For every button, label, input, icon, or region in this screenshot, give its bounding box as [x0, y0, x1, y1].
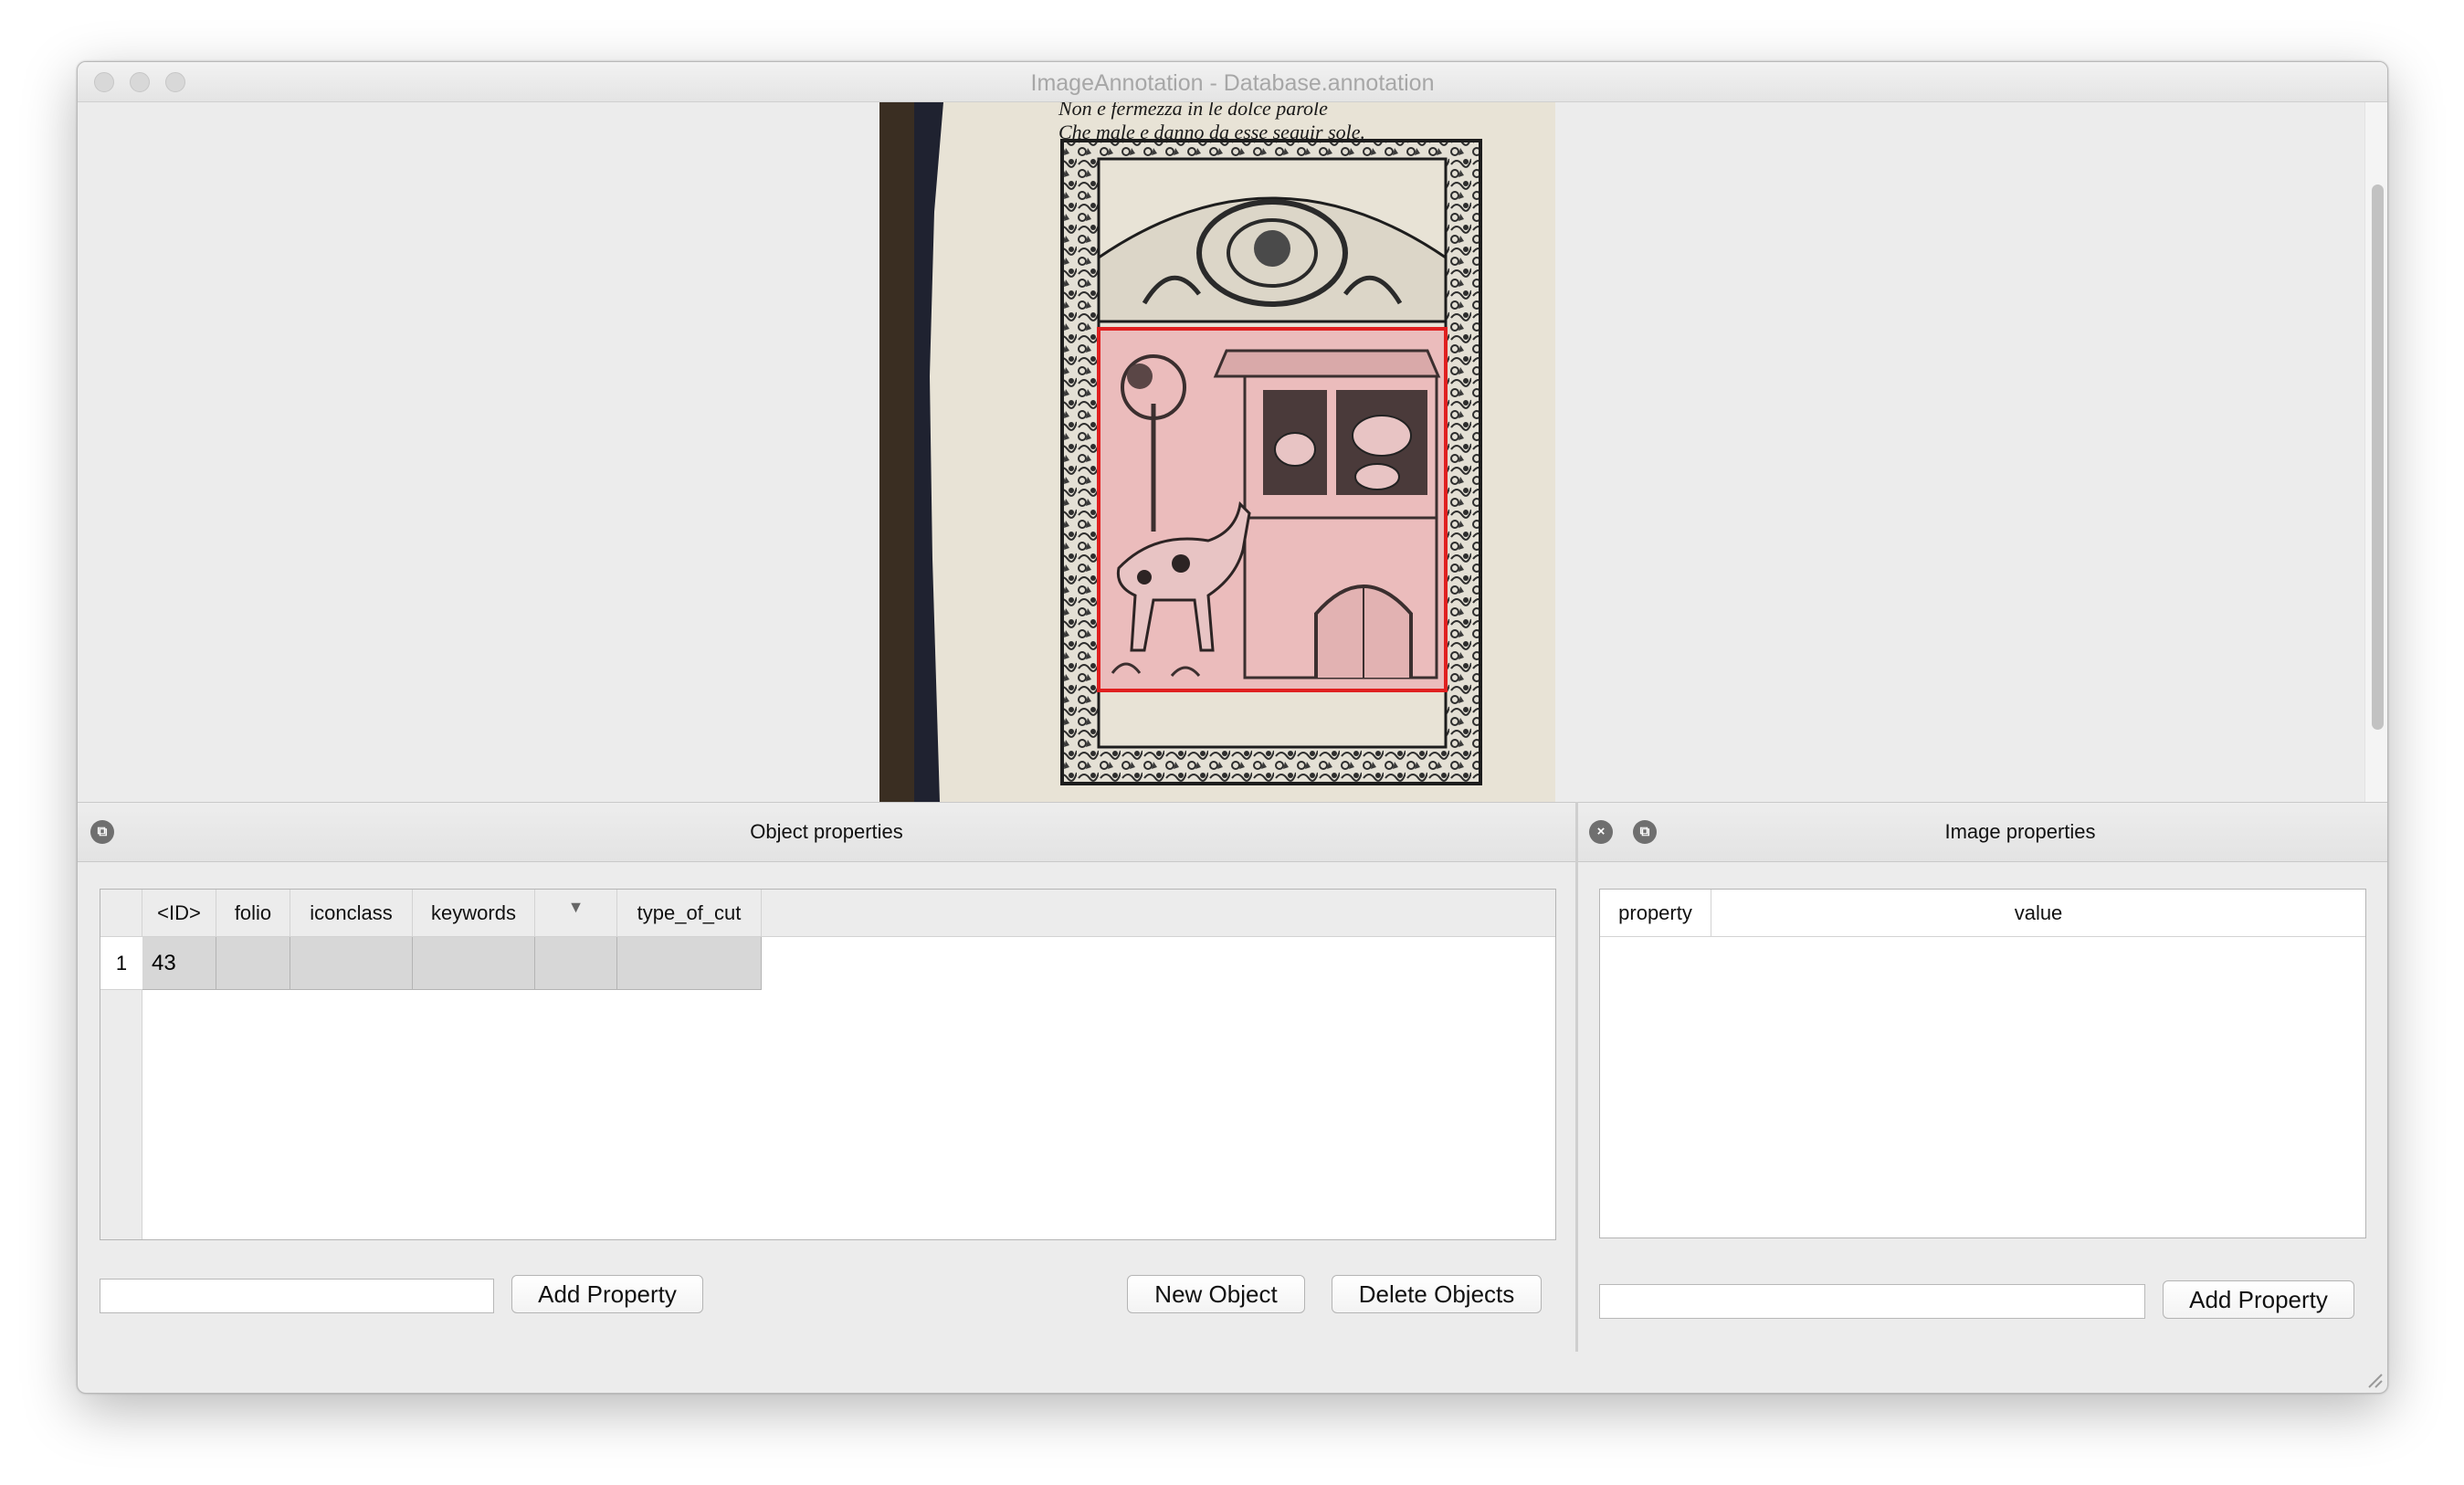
object-table[interactable]: <ID> folio iconclass keywords ▼ type_of_…: [100, 889, 1556, 1240]
window-title: ImageAnnotation - Database.annotation: [1030, 70, 1435, 96]
column-header-keywords[interactable]: keywords: [413, 890, 535, 937]
vertical-scrollbar-thumb[interactable]: [2372, 184, 2384, 730]
book-page-image: Non e fermezza in le dolce parole Che ma…: [879, 102, 1555, 802]
image-properties-header: × ⧉ Image properties: [1578, 802, 2387, 862]
object-table-header: <ID> folio iconclass keywords ▼ type_of_…: [100, 890, 1555, 937]
image-viewer[interactable]: Non e fermezza in le dolce parole Che ma…: [78, 102, 2387, 802]
table-corner[interactable]: [100, 890, 142, 937]
column-header-iconclass[interactable]: iconclass: [290, 890, 413, 937]
title-bar: ImageAnnotation - Database.annotation: [78, 62, 2387, 102]
image-property-name-input[interactable]: [1599, 1284, 2145, 1319]
object-property-name-input[interactable]: [100, 1279, 494, 1313]
image-add-property-button[interactable]: Add Property: [2163, 1280, 2354, 1319]
table-cell-id[interactable]: 43: [142, 937, 216, 990]
table-cell-keywords[interactable]: [413, 937, 535, 990]
object-properties-title: Object properties: [750, 820, 903, 843]
column-header-type-of-cut[interactable]: type_of_cut: [617, 890, 762, 937]
panel-splitter[interactable]: [1575, 802, 1578, 1352]
table-cell-unnamed[interactable]: [535, 937, 617, 990]
table-cell-iconclass[interactable]: [290, 937, 413, 990]
new-object-button[interactable]: New Object: [1127, 1275, 1305, 1313]
column-header-id[interactable]: <ID>: [142, 890, 216, 937]
column-header-property[interactable]: property: [1600, 890, 1711, 937]
object-add-property-button[interactable]: Add Property: [511, 1275, 703, 1313]
image-properties-table-header: property value: [1600, 890, 2365, 937]
resize-grip-icon[interactable]: [2365, 1371, 2384, 1389]
column-header-folio[interactable]: folio: [216, 890, 290, 937]
column-header-value[interactable]: value: [1711, 890, 2365, 937]
row-header-column: 1: [100, 937, 142, 1239]
column-header-sort[interactable]: ▼: [535, 890, 617, 937]
delete-objects-button[interactable]: Delete Objects: [1332, 1275, 1542, 1313]
image-properties-title: Image properties: [1944, 820, 2096, 843]
page-caption-line-1: Non e fermezza in le dolce parole: [1058, 102, 1328, 120]
image-properties-table[interactable]: property value: [1599, 889, 2366, 1238]
table-cell-folio[interactable]: [216, 937, 290, 990]
object-properties-header: ⧉ Object properties: [78, 802, 1575, 862]
table-cell-type-of-cut[interactable]: [617, 937, 762, 990]
app-window: ImageAnnotation - Database.annotation No…: [77, 61, 2388, 1394]
vertical-scrollbar[interactable]: [2364, 102, 2387, 802]
row-number[interactable]: 1: [100, 937, 142, 990]
close-panel-icon[interactable]: ×: [1589, 820, 1613, 844]
